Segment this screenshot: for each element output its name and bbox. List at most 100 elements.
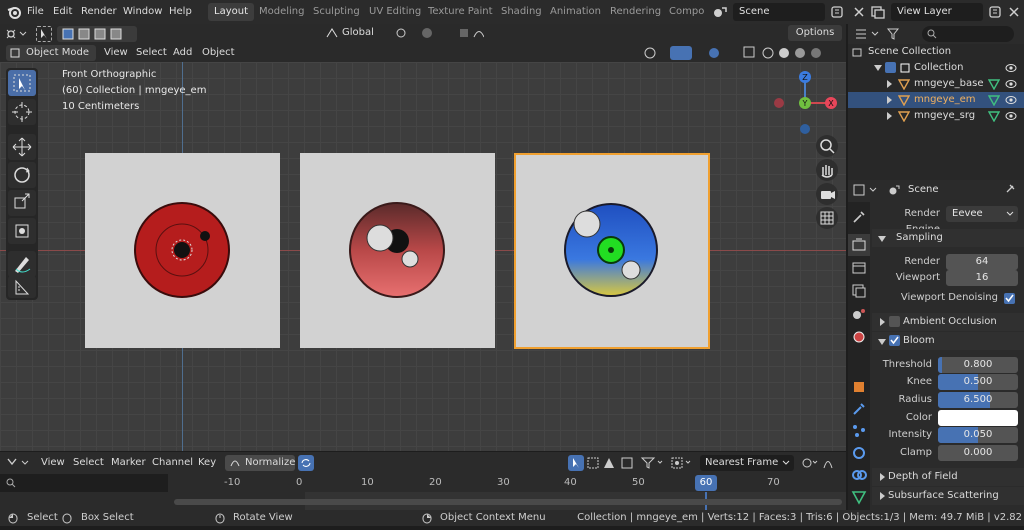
- collection-checkbox[interactable]: [885, 62, 896, 73]
- tab-shading[interactable]: Shading: [495, 3, 548, 21]
- horizontal-scrollbar[interactable]: [174, 499, 842, 505]
- menu-window[interactable]: Window: [123, 4, 162, 20]
- cursor-tool-icon[interactable]: [8, 99, 36, 125]
- outliner-item-mngeye-em[interactable]: mngeye_em: [848, 92, 1024, 108]
- key-filter-tools[interactable]: [568, 455, 634, 471]
- outliner-item-mngeye-base[interactable]: mngeye_base: [848, 76, 1024, 92]
- sampling-panel-header[interactable]: Sampling: [872, 229, 1024, 247]
- bloom-checkbox[interactable]: [889, 335, 900, 346]
- vp-menu-add[interactable]: Add: [173, 45, 192, 61]
- 3d-viewport[interactable]: Front Orthographic (60) Collection | mng…: [0, 62, 846, 451]
- tool-tab-icon[interactable]: [848, 206, 870, 228]
- sampling-viewport-field[interactable]: 16: [946, 270, 1018, 286]
- measure-tool-icon[interactable]: [8, 276, 36, 298]
- camera-icon[interactable]: [816, 183, 838, 205]
- menu-render[interactable]: Render: [81, 4, 117, 20]
- tab-uv-editing[interactable]: UV Editing: [363, 3, 427, 21]
- bloom-intensity-slider[interactable]: 0.050: [938, 427, 1018, 443]
- data-tab-icon[interactable]: [848, 486, 870, 508]
- outliner-item-mngeye-srg[interactable]: mngeye_srg: [848, 108, 1024, 124]
- pin-icon[interactable]: [1004, 183, 1016, 195]
- vp-menu-object[interactable]: Object: [202, 45, 235, 61]
- expand-arrow-icon[interactable]: [885, 112, 893, 120]
- snap-tools[interactable]: [394, 26, 484, 40]
- tab-animation[interactable]: Animation: [544, 3, 607, 21]
- physics-tab-icon[interactable]: [848, 442, 870, 464]
- vp-menu-view[interactable]: View: [104, 45, 128, 61]
- menu-help[interactable]: Help: [169, 4, 192, 20]
- plane-mngeye-base[interactable]: [85, 153, 280, 348]
- outliner-editor-icon[interactable]: [854, 27, 882, 41]
- filter-icon[interactable]: [886, 27, 908, 41]
- outliner-scene-collection[interactable]: Scene Collection: [848, 44, 1024, 60]
- orientation-dropdown[interactable]: Global: [326, 25, 386, 41]
- depth-of-field-panel-header[interactable]: Depth of Field: [872, 468, 1024, 486]
- outliner-collection[interactable]: Collection: [848, 60, 1024, 76]
- sync-icon[interactable]: [298, 455, 314, 471]
- constraints-tab-icon[interactable]: [848, 464, 870, 486]
- filter-tools[interactable]: [640, 455, 696, 471]
- subsurface-panel-header[interactable]: Subsurface Scattering: [872, 487, 1024, 505]
- tab-compositing[interactable]: Compo: [663, 3, 704, 21]
- properties-editor-icon[interactable]: [852, 183, 880, 197]
- timeline-search-field[interactable]: [0, 474, 168, 492]
- annotate-tool-icon[interactable]: [8, 251, 36, 277]
- modifier-tab-icon[interactable]: [848, 398, 870, 420]
- eye-visible-icon[interactable]: [1005, 95, 1017, 105]
- scene-tab-icon[interactable]: [848, 303, 870, 325]
- tab-layout[interactable]: Layout: [208, 3, 254, 21]
- transform-tool-icon[interactable]: [8, 218, 36, 244]
- tl-menu-channel[interactable]: Channel: [152, 455, 193, 471]
- normalize-toggle[interactable]: Normalize: [225, 455, 295, 471]
- timeline-tracks[interactable]: [168, 492, 846, 510]
- world-tab-icon[interactable]: [848, 326, 870, 348]
- view-layer-tab-icon[interactable]: [848, 280, 870, 302]
- navigation-gizmo[interactable]: Z Y X: [770, 68, 840, 138]
- select-box-tool-icon[interactable]: [8, 70, 36, 96]
- object-tab-icon[interactable]: [848, 376, 870, 398]
- output-tab-icon[interactable]: [848, 257, 870, 279]
- eye-visible-icon[interactable]: [1005, 63, 1017, 73]
- bloom-panel-header[interactable]: Bloom: [872, 332, 1024, 350]
- tab-rendering[interactable]: Rendering: [604, 3, 667, 21]
- close-scene-icon[interactable]: [851, 4, 867, 20]
- viewport-denoising-checkbox[interactable]: [1004, 293, 1015, 304]
- plane-mngeye-em[interactable]: [514, 153, 710, 349]
- blender-logo-icon[interactable]: [6, 4, 22, 20]
- scale-tool-icon[interactable]: [8, 190, 36, 216]
- select-mode-group[interactable]: [57, 26, 137, 42]
- bloom-threshold-slider[interactable]: 0.800: [938, 357, 1018, 373]
- vp-menu-select[interactable]: Select: [136, 45, 167, 61]
- plane-mngeye-srg[interactable]: [300, 153, 495, 348]
- tl-menu-select[interactable]: Select: [73, 455, 104, 471]
- view-layer-field[interactable]: View Layer: [891, 3, 983, 21]
- tl-menu-view[interactable]: View: [41, 455, 65, 471]
- ambient-occlusion-checkbox[interactable]: [889, 316, 900, 327]
- scene-icon[interactable]: [712, 4, 728, 20]
- select-tool-icon[interactable]: [36, 26, 52, 42]
- new-view-layer-icon[interactable]: [987, 4, 1003, 20]
- scene-field[interactable]: Scene: [733, 3, 825, 21]
- timeline-editor-icon[interactable]: [6, 455, 32, 471]
- tl-menu-key[interactable]: Key: [198, 455, 216, 471]
- render-tab-icon[interactable]: [848, 234, 870, 256]
- particles-tab-icon[interactable]: [848, 420, 870, 442]
- proportional-tools[interactable]: [800, 455, 840, 471]
- eye-visible-icon[interactable]: [1005, 79, 1017, 89]
- pan-hand-icon[interactable]: [816, 159, 838, 181]
- tab-modeling[interactable]: Modeling: [253, 3, 311, 21]
- bloom-color-swatch[interactable]: [938, 410, 1018, 426]
- outliner-search-input[interactable]: [922, 26, 1014, 42]
- object-mode-dropdown[interactable]: Object Mode: [6, 45, 96, 61]
- interpolation-dropdown[interactable]: Nearest Frame: [700, 455, 794, 471]
- bloom-clamp-field[interactable]: 0.000: [938, 445, 1018, 461]
- tl-menu-marker[interactable]: Marker: [111, 455, 146, 471]
- new-scene-icon[interactable]: [829, 4, 845, 20]
- current-frame-indicator[interactable]: 60: [695, 475, 717, 491]
- expand-arrow-icon[interactable]: [885, 96, 893, 104]
- rotate-tool-icon[interactable]: [8, 162, 36, 188]
- bloom-radius-slider[interactable]: 6.500: [938, 392, 1018, 408]
- close-view-layer-icon[interactable]: [1006, 4, 1022, 20]
- ambient-occlusion-panel-header[interactable]: Ambient Occlusion: [872, 313, 1024, 331]
- grid-view-icon[interactable]: [816, 207, 838, 229]
